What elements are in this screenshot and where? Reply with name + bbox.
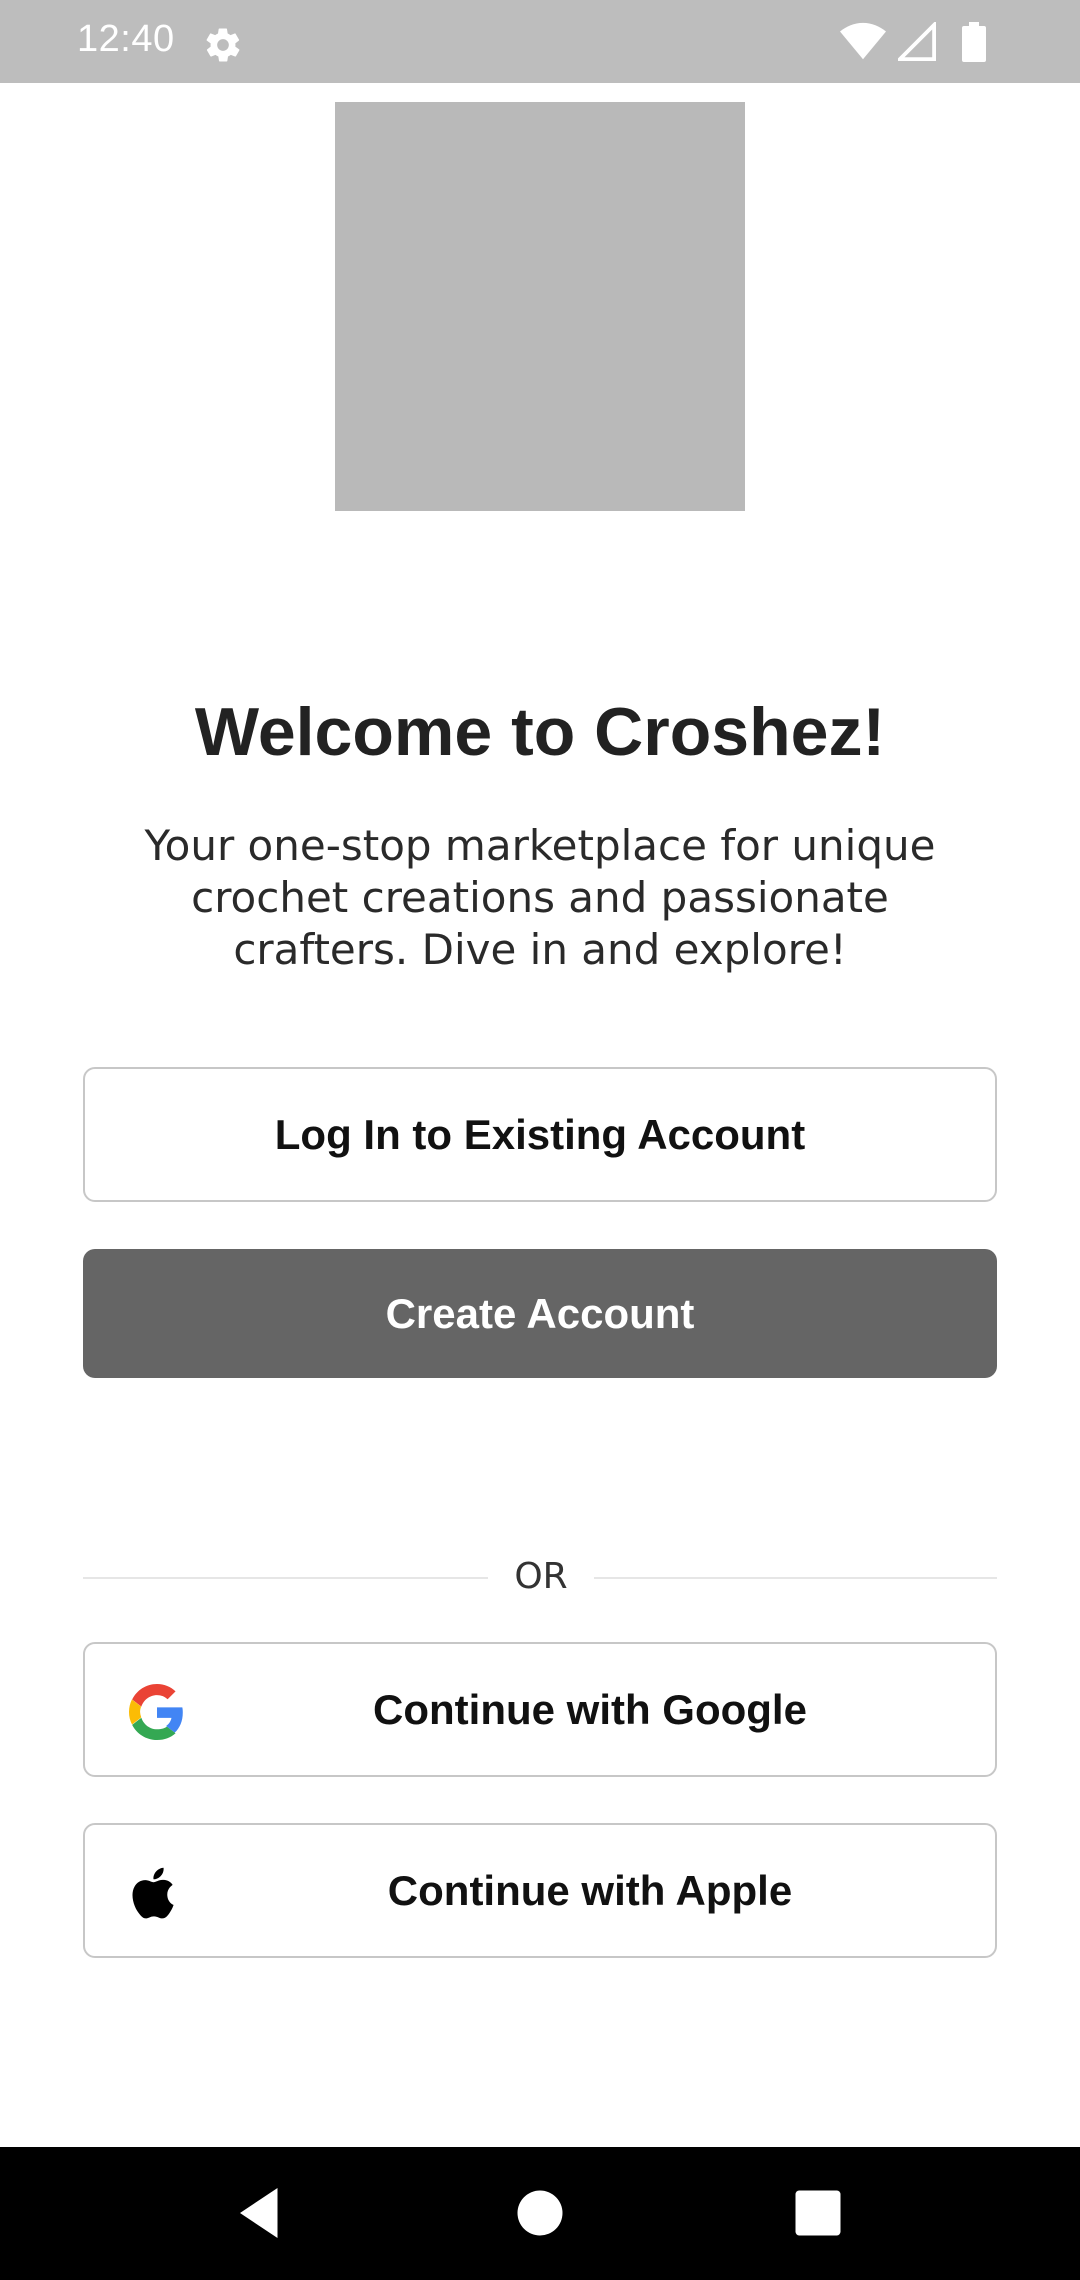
recents-icon[interactable] xyxy=(788,2183,848,2243)
divider-or-label: OR xyxy=(514,1556,568,1597)
system-navigation-bar xyxy=(0,2147,1080,2280)
status-time: 12:40 xyxy=(77,18,175,60)
divider-line-left xyxy=(83,1577,488,1579)
welcome-title: Welcome to Croshez! xyxy=(194,694,886,770)
google-signin-button[interactable]: Continue with Google xyxy=(83,1642,997,1777)
status-bar: 12:40 xyxy=(0,0,1080,83)
apple-signin-button[interactable]: Continue with Apple xyxy=(83,1823,997,1958)
google-signin-label: Continue with Google xyxy=(373,1685,807,1733)
google-icon xyxy=(129,1684,183,1740)
back-icon[interactable] xyxy=(230,2183,290,2243)
apple-icon xyxy=(132,1867,174,1919)
create-account-button[interactable]: Create Account xyxy=(83,1249,997,1378)
status-icons xyxy=(840,22,1080,64)
logo-placeholder-image xyxy=(335,102,745,511)
welcome-subtitle: Your one-stop marketplace for unique cro… xyxy=(144,821,936,974)
cellular-signal-icon xyxy=(898,22,936,61)
create-account-button-label: Create Account xyxy=(385,1289,695,1337)
home-icon[interactable] xyxy=(510,2183,570,2243)
settings-gear-icon xyxy=(206,28,240,62)
welcome-screen: 12:40 Welcome to Croshez! Your one-stop … xyxy=(0,0,1080,2280)
wifi-icon xyxy=(840,22,886,60)
divider-line-right xyxy=(594,1577,997,1579)
login-button[interactable]: Log In to Existing Account xyxy=(83,1067,997,1202)
apple-signin-label: Continue with Apple xyxy=(387,1866,793,1914)
login-button-label: Log In to Existing Account xyxy=(274,1110,806,1158)
battery-icon xyxy=(962,22,986,62)
